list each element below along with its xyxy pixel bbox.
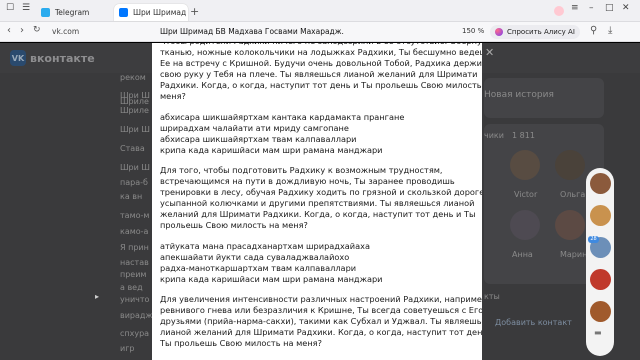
new-tab-button[interactable]: + bbox=[190, 5, 199, 18]
post-line: апекшайати йукти сада суваладжвалайохо bbox=[160, 251, 350, 262]
feed-text-fragment: а вед bbox=[120, 283, 143, 292]
post-line: крипа када каришйаси мам шри рамана манд… bbox=[160, 144, 383, 155]
post-line: меня? bbox=[160, 91, 186, 102]
chat-icon[interactable]: ▬ bbox=[594, 328, 602, 337]
feed-text-fragment: пара-б bbox=[120, 178, 148, 187]
friends-count: 1 811 bbox=[512, 131, 535, 140]
feed-text-fragment: настав bbox=[120, 258, 149, 267]
post-line: атйуката мана прасадханартхам шрирадхайа… bbox=[160, 240, 371, 251]
post-line: Для увеличения интенсивности различных н… bbox=[160, 293, 482, 304]
post-line: шрирадхам чалайати ати мриду самгопане bbox=[160, 122, 349, 133]
friend-name[interactable]: Victor bbox=[514, 190, 537, 199]
prose-paragraph: Для того, чтобы подготовить Радхику к во… bbox=[160, 164, 482, 232]
post-line: Для того, чтобы подготовить Радхику к во… bbox=[160, 164, 443, 175]
prose-paragraph: Для увеличения интенсивности различных н… bbox=[160, 293, 482, 349]
chat-avatar[interactable] bbox=[590, 205, 611, 226]
post-line: прольешь Свою милость на меня? bbox=[160, 220, 308, 231]
friend-avatar[interactable] bbox=[510, 150, 540, 180]
extensions-icon[interactable]: ⚲ bbox=[590, 25, 597, 36]
post-line: радха-маноткаршартхам твам калпаваллари bbox=[160, 262, 357, 273]
post-modal: Чтобы родители Радхики ничего не заподоз… bbox=[152, 43, 482, 360]
post-line: Ее на встречу с Кришной. Будучи очень до… bbox=[160, 58, 482, 69]
alice-icon bbox=[495, 28, 503, 36]
vk-icon bbox=[119, 8, 128, 17]
chat-avatar[interactable] bbox=[590, 301, 611, 322]
vk-brand: вконтакте bbox=[30, 52, 95, 65]
ask-alice-label: Спросить Алису AI bbox=[507, 28, 575, 36]
tab-vk-post[interactable]: Шри Шримад БВ Мадх × bbox=[114, 4, 188, 21]
feed-text-fragment: игр bbox=[120, 344, 135, 353]
post-line: крипа када каришйаси мам шри рамана манд… bbox=[160, 273, 383, 284]
chat-avatar[interactable] bbox=[590, 173, 611, 194]
verse-block: атйуката мана прасадханартхам шрирадхайа… bbox=[160, 241, 478, 285]
menu-icon[interactable]: ≡ bbox=[571, 3, 579, 13]
unread-badge: 28 bbox=[588, 236, 599, 243]
reload-icon[interactable]: ↻ bbox=[33, 25, 41, 35]
post-body: Чтобы родители Радхики ничего не заподоз… bbox=[160, 43, 482, 358]
post-line: свою руку у Тебя на плече. Ты являешься … bbox=[160, 69, 478, 80]
feed-text-fragment: преим bbox=[120, 270, 147, 279]
feed-text-fragment: Става bbox=[120, 144, 145, 153]
address-bar: ‹ › ↻ vk.com Шри Шримад БВ Мадхава Госва… bbox=[0, 22, 640, 42]
back-icon[interactable]: ‹ bbox=[7, 25, 11, 36]
bookmarks-icon[interactable]: ☰ bbox=[22, 3, 30, 13]
post-line: абхисара шикшайяртхам кантака кардамакта… bbox=[160, 111, 405, 122]
maximize-icon[interactable]: □ bbox=[605, 3, 614, 13]
tab-label: Telegram bbox=[55, 8, 90, 17]
feed-text-fragment: Шри Ш bbox=[120, 163, 150, 172]
feed-text-fragment: вирадж bbox=[120, 311, 153, 320]
friend-name[interactable]: Ольга bbox=[560, 190, 585, 199]
modal-close-icon[interactable]: ✕ bbox=[485, 46, 494, 59]
zoom-level[interactable]: 150 % bbox=[462, 27, 484, 35]
screen: ☐ ☰ Telegram Шри Шримад БВ Мадх × + ≡ – … bbox=[0, 0, 640, 360]
feed-text-fragment: реком bbox=[120, 73, 146, 82]
post-line: абхисара шикшайяртхам твам калпаваллари bbox=[160, 133, 357, 144]
feed-text-fragment: ка вн bbox=[120, 192, 143, 201]
vk-logo-icon: VK bbox=[10, 50, 26, 66]
post-line: желаний для Шримати Радхики. Когда, о ко… bbox=[160, 209, 476, 220]
feed-text-fragment: Шриле bbox=[120, 106, 149, 115]
friend-avatar[interactable] bbox=[555, 210, 585, 240]
feed-text-fragment: спхура bbox=[120, 329, 150, 338]
add-contact-link[interactable]: Добавить контакт bbox=[495, 318, 572, 327]
window-menu-icon[interactable]: ☐ bbox=[6, 3, 14, 13]
prose-paragraph: Чтобы родители Радхики ничего не заподоз… bbox=[160, 43, 482, 103]
post-line: Радхики. Когда, о когда, наступит тот де… bbox=[160, 80, 482, 91]
feed-text-fragment: тамо-м bbox=[120, 211, 150, 220]
friend-name[interactable]: Анна bbox=[512, 250, 533, 259]
profile-icon[interactable] bbox=[554, 6, 564, 16]
download-icon[interactable]: ⤓ bbox=[608, 25, 612, 36]
feed-text-fragment: уничто bbox=[120, 295, 150, 304]
minimize-icon[interactable]: – bbox=[589, 3, 594, 13]
page-title[interactable]: Шри Шримад БВ Мадхава Госвами Махарадж. bbox=[160, 27, 344, 36]
feed-text-fragment: Я прин bbox=[120, 243, 149, 252]
post-line: усыпанной колючками и другими препятстви… bbox=[160, 198, 475, 209]
feed-text-fragment: Шриле bbox=[120, 97, 149, 106]
contacts-label: кты bbox=[484, 292, 500, 301]
friends-label: чики bbox=[484, 131, 504, 140]
post-line: встречающимся на пути в дождливую ночь, … bbox=[160, 176, 455, 187]
ask-alice-button[interactable]: Спросить Алису AI bbox=[490, 25, 580, 39]
verse-block: абхисара шикшайяртхам кантака кардамакта… bbox=[160, 112, 478, 156]
post-line: тренировки в лесу, обучая Радхику ходить… bbox=[160, 187, 482, 198]
post-line: тканью, ножные колокольчики на лодыжках … bbox=[160, 47, 482, 58]
feed-text-fragment: Шри Ш bbox=[120, 125, 150, 134]
feed-text-fragment: камо-а bbox=[120, 227, 149, 236]
tab-telegram[interactable]: Telegram bbox=[36, 4, 112, 21]
post-line: друзьями (прийа-нарма-сакхи), такими как… bbox=[160, 316, 482, 327]
post-line: Ты прольешь Свою милость на меня? bbox=[160, 338, 322, 349]
telegram-icon bbox=[41, 8, 50, 17]
new-story-label: Новая история bbox=[484, 90, 554, 100]
browser-tab-bar: ☐ ☰ Telegram Шри Шримад БВ Мадх × + ≡ – … bbox=[0, 0, 640, 22]
friend-avatar[interactable] bbox=[510, 210, 540, 240]
url-host[interactable]: vk.com bbox=[52, 27, 79, 36]
forward-icon[interactable]: › bbox=[20, 25, 24, 36]
post-line: ревнивого гнева или безразличия к Кришне… bbox=[160, 304, 482, 315]
post-line: лианой желаний для Шримати Радхики. Когд… bbox=[160, 327, 482, 338]
chat-avatar[interactable] bbox=[590, 269, 611, 290]
friend-avatar[interactable] bbox=[555, 150, 585, 180]
tab-label: Шри Шримад БВ Мадх bbox=[133, 8, 188, 17]
mouse-cursor-icon: ▸ bbox=[95, 292, 100, 301]
window-close-icon[interactable]: ✕ bbox=[622, 3, 630, 13]
